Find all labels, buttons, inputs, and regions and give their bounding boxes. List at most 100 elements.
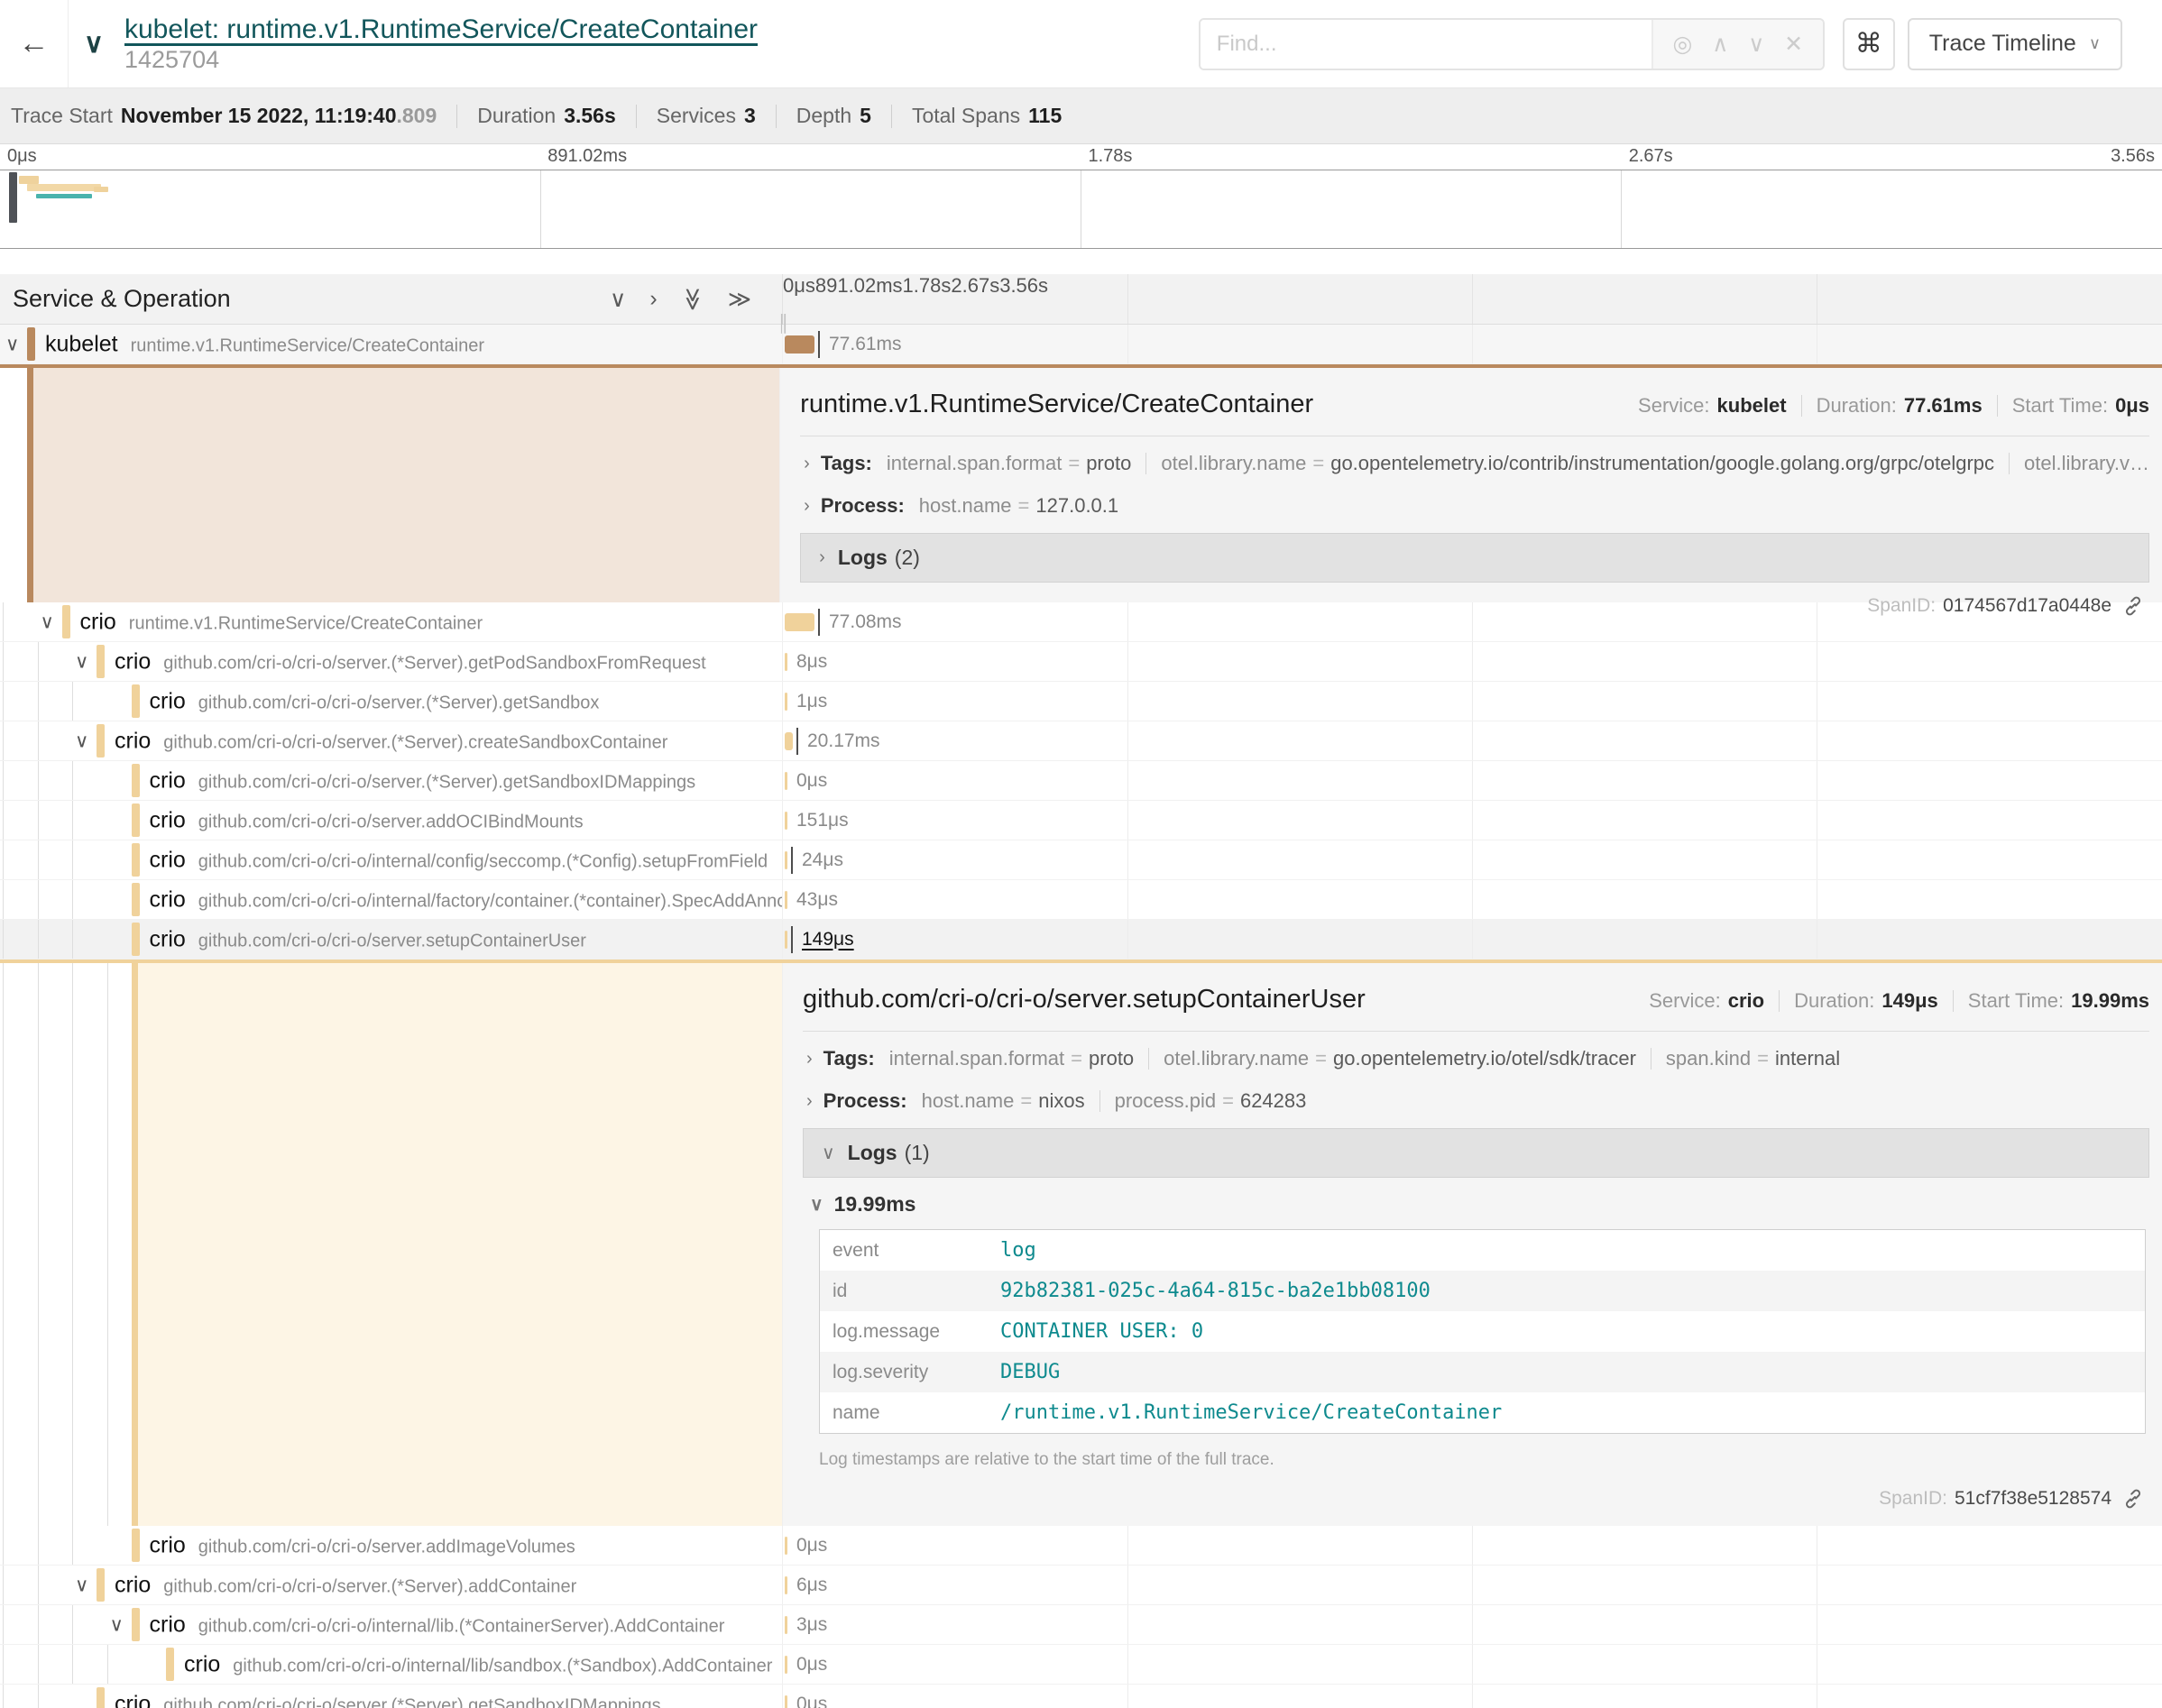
prev-match-icon[interactable]: ∧ — [1712, 31, 1728, 58]
trace-header-collapse-button[interactable]: ∨ — [69, 28, 119, 60]
span-timeline-cell[interactable]: 3μs — [783, 1605, 2162, 1644]
trace-view-selector[interactable]: Trace Timeline ∨ — [1908, 18, 2122, 70]
tag-value: go.opentelemetry.io/contrib/instrumentat… — [1330, 452, 1994, 475]
span-timeline-cell[interactable]: 0μs — [783, 1645, 2162, 1684]
log-field-row: id92b82381-025c-4a64-815c-ba2e1bb08100 — [820, 1271, 2145, 1311]
span-row[interactable]: criogithub.com/cri-o/cri-o/server.(*Serv… — [0, 1685, 2162, 1708]
expand-one-icon[interactable]: › — [649, 286, 657, 313]
span-timeline-cell[interactable]: 1μs — [783, 682, 2162, 721]
span-timeline-cell[interactable]: 8μs — [783, 642, 2162, 681]
minimap-scrubber[interactable] — [9, 172, 17, 223]
log-field-value: CONTAINER USER: 0 — [1000, 1320, 1203, 1343]
trace-id: 1425704 — [124, 46, 758, 73]
trace-minimap[interactable] — [0, 170, 2162, 249]
equals-sign: = — [1312, 452, 1324, 475]
equals-sign: = — [1020, 1089, 1032, 1113]
service-label: Service: — [1638, 394, 1709, 418]
logs-accordion[interactable]: ∨ Logs (1) — [803, 1128, 2149, 1178]
span-row[interactable]: criogithub.com/cri-o/cri-o/server.addIma… — [0, 1526, 2162, 1566]
span-timeline-cell[interactable]: 77.08ms — [783, 602, 2162, 641]
span-row[interactable]: ∨crioruntime.v1.RuntimeService/CreateCon… — [0, 602, 2162, 642]
span-detail-panel: github.com/cri-o/cri-o/server.setupConta… — [783, 963, 2162, 1526]
divider — [456, 105, 457, 128]
row-expand-chevron-icon[interactable]: ∨ — [110, 1613, 124, 1636]
service-operation-header: Service & Operation ∨ › ≫ ≫ ∥ — [0, 274, 783, 324]
next-match-icon[interactable]: ∨ — [1748, 31, 1764, 58]
keyboard-shortcuts-button[interactable]: ⌘ — [1843, 18, 1895, 70]
span-row[interactable]: ∨criogithub.com/cri-o/cri-o/internal/lib… — [0, 1605, 2162, 1645]
span-row[interactable]: criogithub.com/cri-o/cri-o/internal/conf… — [0, 840, 2162, 880]
span-timeline-cell[interactable]: 20.17ms — [783, 721, 2162, 760]
tag-value: internal — [1775, 1047, 1840, 1070]
span-row[interactable]: criogithub.com/cri-o/cri-o/server.addOCI… — [0, 801, 2162, 840]
row-expand-chevron-icon[interactable]: ∨ — [75, 650, 88, 673]
span-row[interactable]: ∨criogithub.com/cri-o/cri-o/server.(*Ser… — [0, 642, 2162, 682]
collapse-all-icon[interactable]: ≫ — [679, 287, 706, 310]
back-button[interactable]: ← — [0, 0, 69, 87]
span-timeline-cell[interactable]: 6μs — [783, 1566, 2162, 1604]
logs-count: (2) — [895, 546, 920, 570]
span-duration-label: 0μs — [796, 1654, 827, 1676]
span-timeline-cell[interactable]: 149μs — [783, 920, 2162, 959]
span-row[interactable]: ∨kubeletruntime.v1.RuntimeService/Create… — [0, 325, 2162, 364]
minimap-span-bar — [27, 184, 101, 191]
row-expand-chevron-icon[interactable]: ∨ — [41, 611, 54, 633]
row-expand-chevron-icon[interactable]: ∨ — [75, 730, 88, 752]
summary-value: November 15 2022, 11:19:40 — [121, 104, 397, 128]
span-timeline-cell[interactable]: 0μs — [783, 761, 2162, 800]
span-row[interactable]: ∨criogithub.com/cri-o/cri-o/server.(*Ser… — [0, 1566, 2162, 1605]
span-detail-row-kubelet: runtime.v1.RuntimeService/CreateContaine… — [0, 364, 2162, 602]
process-accordion[interactable]: › Process: host.name=nixosprocess.pid=62… — [803, 1086, 2149, 1128]
indent-guide — [3, 1526, 4, 1565]
service-name: crio — [115, 1691, 151, 1708]
tag-key: process.pid — [1115, 1089, 1217, 1113]
find-input[interactable] — [1201, 20, 1651, 69]
service-color-bar — [132, 684, 140, 718]
trace-title-link[interactable]: kubelet: runtime.v1.RuntimeService/Creat… — [124, 14, 758, 45]
indent-guide — [3, 721, 4, 760]
tags-accordion[interactable]: › Tags: internal.span.format=protootel.l… — [803, 1032, 2149, 1086]
span-duration-label: 151μs — [796, 810, 849, 831]
span-timeline-cell[interactable]: 77.61ms — [783, 325, 2162, 363]
span-row[interactable]: criogithub.com/cri-o/cri-o/server.(*Serv… — [0, 682, 2162, 721]
focus-match-icon[interactable]: ◎ — [1673, 31, 1693, 58]
caret-right-icon: › — [806, 1049, 813, 1070]
spanid-label: SpanID: — [1879, 1488, 1947, 1510]
process-accordion[interactable]: › Process: host.name=127.0.0.1 — [800, 491, 2149, 533]
log-field-value: 92b82381-025c-4a64-815c-ba2e1bb08100 — [1000, 1280, 1431, 1302]
indent-guide — [38, 761, 39, 800]
span-row[interactable]: criogithub.com/cri-o/cri-o/internal/lib/… — [0, 1645, 2162, 1685]
collapse-one-icon[interactable]: ∨ — [610, 286, 626, 313]
span-row[interactable]: criogithub.com/cri-o/cri-o/server.(*Serv… — [0, 761, 2162, 801]
span-timeline-cell[interactable]: 151μs — [783, 801, 2162, 840]
span-timeline-cell[interactable]: 0μs — [783, 1685, 2162, 1708]
span-row[interactable]: criogithub.com/cri-o/cri-o/server.setupC… — [0, 920, 2162, 960]
span-row[interactable]: criogithub.com/cri-o/cri-o/internal/fact… — [0, 880, 2162, 920]
service-name: crio — [150, 807, 186, 832]
span-timeline-cell[interactable]: 0μs — [783, 1526, 2162, 1565]
span-row[interactable]: ∨criogithub.com/cri-o/cri-o/server.(*Ser… — [0, 721, 2162, 761]
timeline-grid-header: Service & Operation ∨ › ≫ ≫ ∥ 0μs891.02m… — [0, 274, 2162, 325]
log-entry-accordion[interactable]: ∨ 19.99ms — [803, 1178, 2149, 1227]
row-expand-chevron-icon[interactable]: ∨ — [75, 1574, 88, 1596]
link-icon[interactable] — [2122, 1488, 2144, 1510]
time-tick-label: 2.67s — [1629, 146, 1673, 167]
logs-label: Logs — [838, 546, 888, 570]
log-field-row: log.messageCONTAINER USER: 0 — [820, 1311, 2145, 1352]
logs-accordion[interactable]: › Logs (2) — [800, 533, 2149, 583]
time-tick-label: 891.02ms — [547, 146, 627, 167]
span-timeline-cell[interactable]: 24μs — [783, 840, 2162, 879]
span-duration-bar — [785, 335, 814, 354]
row-expand-chevron-icon[interactable]: ∨ — [5, 333, 19, 355]
expand-all-icon[interactable]: ≫ — [728, 286, 751, 313]
indent-guide — [3, 920, 4, 959]
tags-accordion[interactable]: › Tags: internal.span.format=protootel.l… — [800, 436, 2149, 491]
start-time-label: Start Time: — [1968, 989, 2064, 1013]
indent-guide — [72, 682, 73, 721]
span-timeline-cell[interactable]: 43μs — [783, 880, 2162, 919]
indent-guide — [3, 761, 4, 800]
operation-name: github.com/cri-o/cri-o/internal/config/s… — [198, 851, 768, 871]
span-duration-bar — [785, 732, 793, 750]
tag-key: host.name — [919, 494, 1012, 518]
clear-search-icon[interactable]: ✕ — [1784, 31, 1803, 58]
